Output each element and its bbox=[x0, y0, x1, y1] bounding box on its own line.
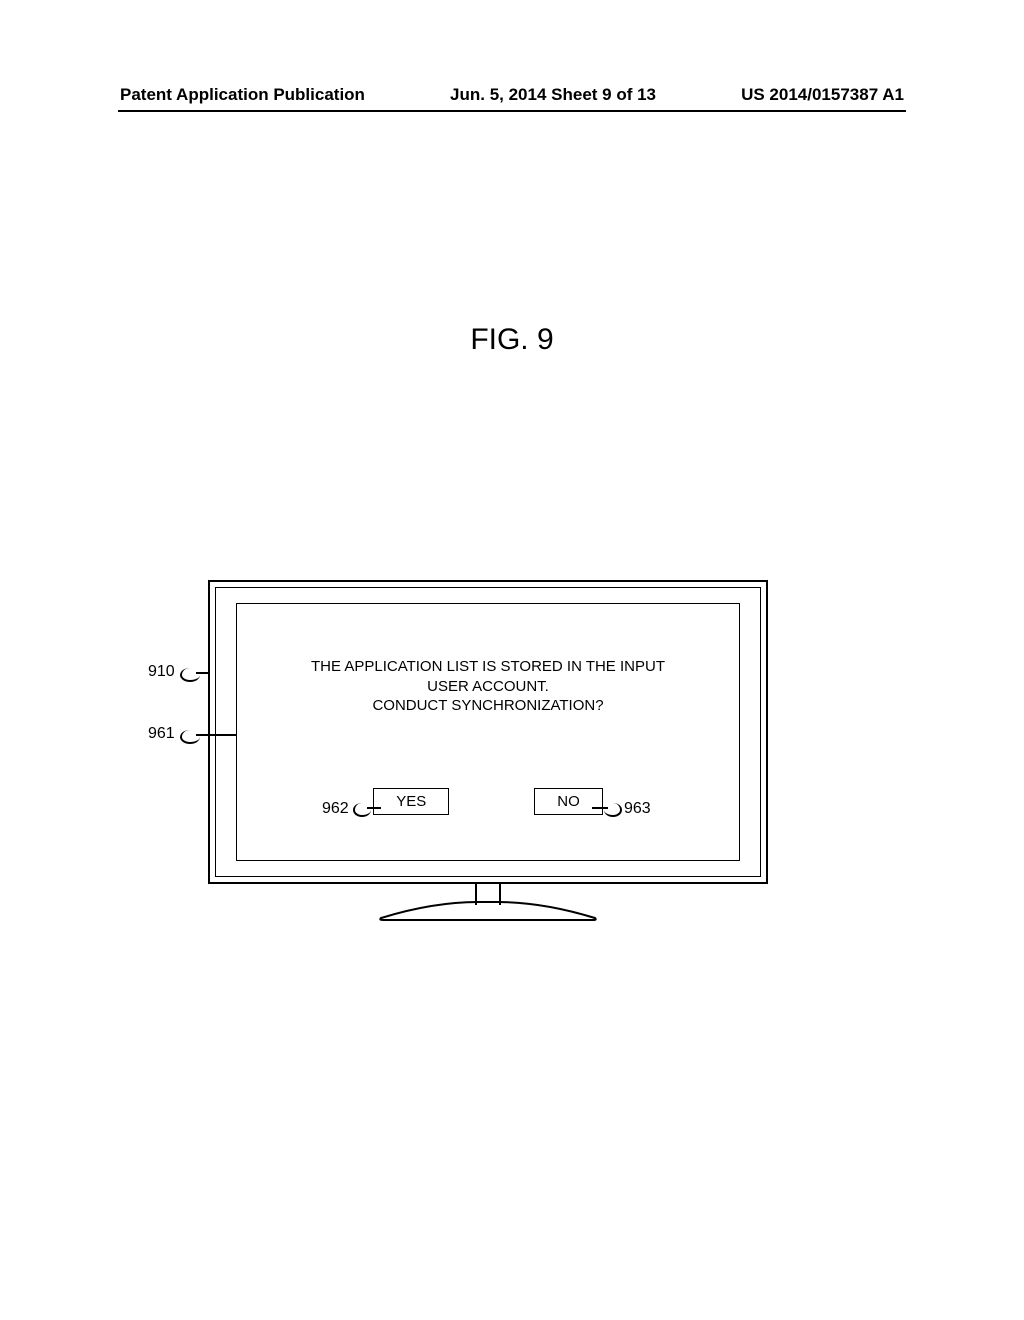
ref-910-leader bbox=[180, 668, 200, 682]
ref-962-leader bbox=[353, 803, 371, 817]
ref-961-leader-line bbox=[196, 734, 236, 736]
dialog-line-2: USER ACCOUNT. bbox=[237, 677, 739, 697]
ref-910: 910 bbox=[148, 663, 175, 681]
dialog-line-1: THE APPLICATION LIST IS STORED IN THE IN… bbox=[237, 657, 739, 677]
ref-962: 962 bbox=[322, 800, 349, 818]
header-rule bbox=[118, 110, 906, 112]
header-left: Patent Application Publication bbox=[120, 85, 365, 105]
ref-963: 963 bbox=[624, 800, 651, 818]
page-header: Patent Application Publication Jun. 5, 2… bbox=[0, 85, 1024, 105]
monitor-device: THE APPLICATION LIST IS STORED IN THE IN… bbox=[208, 580, 768, 922]
ref-961: 961 bbox=[148, 725, 175, 743]
ref-910-leader-line bbox=[196, 672, 210, 674]
no-button[interactable]: NO bbox=[534, 788, 603, 815]
monitor-neck bbox=[475, 883, 501, 905]
header-right: US 2014/0157387 A1 bbox=[741, 85, 904, 105]
ref-961-leader bbox=[180, 730, 200, 744]
dialog-message: THE APPLICATION LIST IS STORED IN THE IN… bbox=[237, 657, 739, 716]
yes-button[interactable]: YES bbox=[373, 788, 449, 815]
figure-title: FIG. 9 bbox=[0, 323, 1024, 357]
monitor-frame-inner: THE APPLICATION LIST IS STORED IN THE IN… bbox=[215, 587, 761, 877]
ref-963-leader bbox=[604, 803, 622, 817]
dialog-button-row: YES NO bbox=[237, 788, 739, 815]
header-center: Jun. 5, 2014 Sheet 9 of 13 bbox=[450, 85, 656, 105]
dialog-box: THE APPLICATION LIST IS STORED IN THE IN… bbox=[236, 603, 740, 861]
monitor-frame-outer: THE APPLICATION LIST IS STORED IN THE IN… bbox=[208, 580, 768, 884]
ref-963-leader-line bbox=[592, 807, 608, 809]
dialog-line-3: CONDUCT SYNCHRONIZATION? bbox=[237, 696, 739, 716]
ref-962-leader-line bbox=[367, 807, 381, 809]
